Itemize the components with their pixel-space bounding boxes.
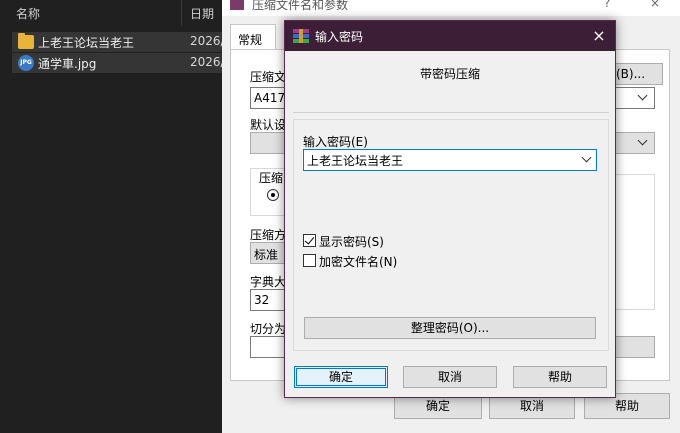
file-date: 2026/ xyxy=(190,55,225,69)
password-dialog-titlebar[interactable]: 输入密码 × xyxy=(285,21,615,51)
tab-general-label: 常规 xyxy=(238,33,263,47)
encrypt-filenames-checkbox[interactable] xyxy=(303,254,316,267)
show-password-checkbox[interactable] xyxy=(303,234,316,247)
dictionary-size-label: 字典大 xyxy=(250,275,287,289)
format-group-label: 压缩 xyxy=(259,171,284,185)
password-dialog-heading: 带密码压缩 xyxy=(419,67,480,81)
close-icon[interactable]: × xyxy=(650,0,660,10)
explorer-column-header: 名称 日期 xyxy=(0,0,224,26)
browse-button-label: (B)... xyxy=(616,67,646,81)
jpg-file-icon: JPG xyxy=(18,55,34,71)
close-icon[interactable]: × xyxy=(589,26,609,46)
show-password-label[interactable]: 显示密码(S) xyxy=(319,233,384,250)
password-input[interactable]: 上老王论坛当老王 xyxy=(303,149,597,171)
winrar-icon xyxy=(293,29,309,43)
compression-method-value: 标准 xyxy=(254,248,279,262)
compression-method-label: 压缩方 xyxy=(250,228,287,242)
password-value: 上老王论坛当老王 xyxy=(307,154,404,168)
chevron-down-icon xyxy=(637,135,648,146)
chevron-down-icon[interactable] xyxy=(581,152,592,163)
archive-dialog-title: 压缩文件名和参数 xyxy=(252,0,349,12)
organize-passwords-button[interactable]: 整理密码(O)... xyxy=(304,317,596,339)
format-radio[interactable] xyxy=(267,189,279,201)
tab-general[interactable]: 常规 xyxy=(230,24,276,50)
screen: 名称 日期 上老王论坛当老王 2026/ JPG 通学車.jpg 2026/ 压… xyxy=(0,0,680,433)
split-volume-label: 切分为 xyxy=(250,322,287,336)
file-date: 2026/ xyxy=(190,34,225,48)
archive-dialog-titlebar[interactable]: 压缩文件名和参数 ? × xyxy=(222,0,680,16)
dictionary-size-value: 32 xyxy=(254,293,270,307)
file-row-folder[interactable]: 上老王论坛当老王 2026/ xyxy=(12,32,225,52)
password-ok-button[interactable]: 确定 xyxy=(294,366,388,388)
file-name: 上老王论坛当老王 xyxy=(38,36,135,50)
file-explorer-pane: 名称 日期 上老王论坛当老王 2026/ JPG 通学車.jpg 2026/ xyxy=(0,0,225,433)
enter-password-dialog: 输入密码 × 带密码压缩 输入密码(E) 上老王论坛当老王 显示密码(S) 加密… xyxy=(284,20,616,398)
help-icon[interactable]: ? xyxy=(604,0,610,10)
folder-icon xyxy=(18,33,34,49)
winrar-icon xyxy=(230,0,244,10)
chevron-down-icon[interactable] xyxy=(637,90,648,101)
enter-password-label: 输入密码(E) xyxy=(303,135,368,149)
password-cancel-button[interactable]: 取消 xyxy=(403,366,497,388)
divider xyxy=(293,112,609,113)
password-dialog-title: 输入密码 xyxy=(315,30,364,44)
password-help-button[interactable]: 帮助 xyxy=(513,366,607,388)
archive-name-label: 压缩文 xyxy=(250,70,287,84)
column-divider[interactable] xyxy=(181,0,182,26)
encrypt-filenames-label[interactable]: 加密文件名(N) xyxy=(319,253,397,270)
column-name-header[interactable]: 名称 xyxy=(16,5,40,22)
file-name: 通学車.jpg xyxy=(38,57,97,71)
default-settings-label: 默认设 xyxy=(250,118,287,132)
column-date-header[interactable]: 日期 xyxy=(190,5,214,22)
file-row-jpg[interactable]: JPG 通学車.jpg 2026/ xyxy=(12,53,225,73)
